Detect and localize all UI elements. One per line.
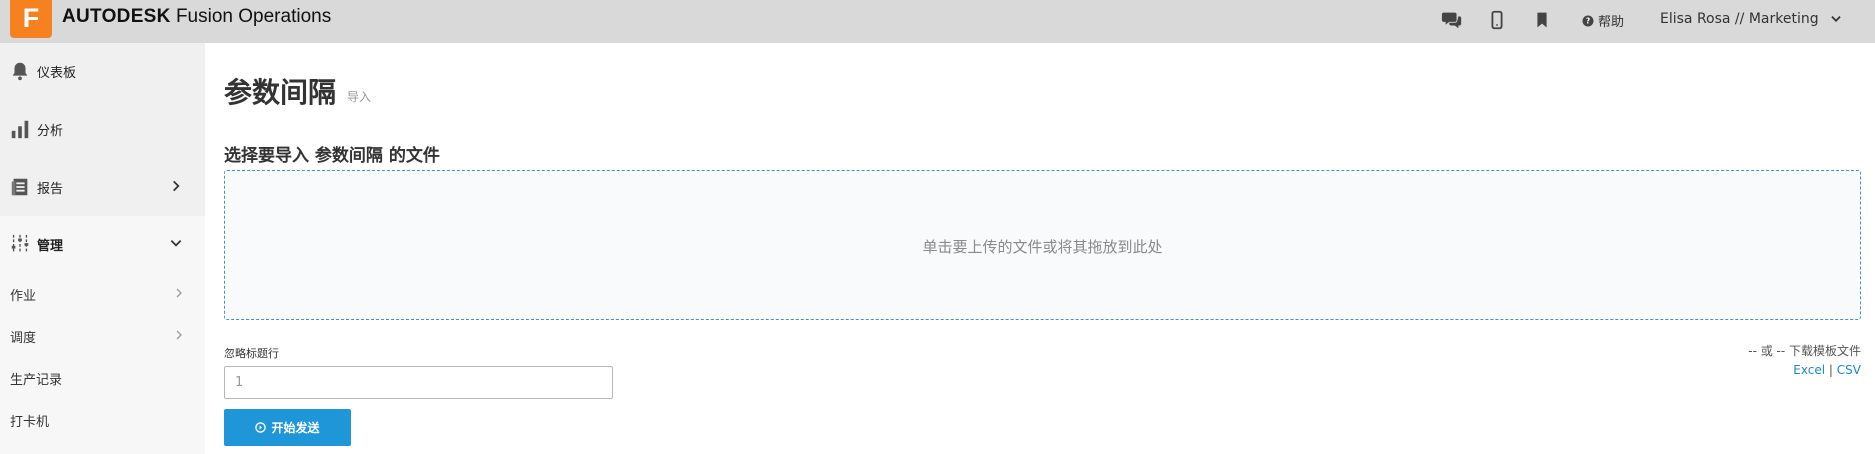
help-icon: ?	[1582, 15, 1594, 26]
sidebar-item-label: 分析	[37, 123, 64, 139]
link-separator: |	[1828, 363, 1833, 377]
chevron-down-icon	[1830, 16, 1841, 22]
fusion-logo[interactable]: F	[10, 0, 52, 38]
template-links: Excel | CSV	[1793, 363, 1861, 377]
sidebar-subitem-label: 调度	[10, 331, 37, 346]
user-label: Elisa Rosa // Marketing	[1660, 11, 1819, 27]
bookmark-icon[interactable]	[1531, 9, 1553, 31]
top-bar: F AUTODESK Fusion Operations ? 帮助 Elisa …	[0, 0, 1875, 43]
sidebar-subitem-label: 打卡机	[10, 415, 50, 430]
sidebar: 仪表板 分析 报告 管理 作业 调度 生产记录 打卡机	[0, 43, 205, 454]
bell-icon	[12, 62, 28, 81]
start-send-button[interactable]: 开始发送	[224, 409, 351, 446]
sidebar-item-analytics[interactable]: 分析	[0, 101, 205, 157]
brand-product: Fusion Operations	[175, 6, 332, 27]
chevron-down-icon	[170, 240, 182, 247]
bar-chart-icon	[11, 120, 29, 139]
chevron-right-icon	[176, 330, 182, 340]
sidebar-item-manage[interactable]: 管理	[0, 216, 205, 272]
sidebar-subitem-production-records[interactable]: 生产记录	[10, 369, 190, 388]
chevron-right-icon	[173, 180, 180, 192]
brand-bold: AUTODESK	[62, 6, 171, 27]
sliders-icon	[11, 234, 29, 254]
sidebar-item-reports[interactable]: 报告	[0, 159, 205, 215]
user-menu[interactable]: Elisa Rosa // Marketing	[1660, 11, 1843, 27]
sidebar-subitem-schedule[interactable]: 调度	[10, 327, 190, 346]
sidebar-item-dashboard[interactable]: 仪表板	[0, 43, 205, 99]
start-send-label: 开始发送	[271, 421, 320, 435]
section-title: 选择要导入 参数间隔 的文件	[224, 146, 440, 166]
brand-name: AUTODESK Fusion Operations	[62, 6, 331, 28]
dropzone-text: 单击要上传的文件或将其拖放到此处	[922, 238, 1163, 256]
mobile-icon[interactable]	[1486, 9, 1508, 31]
page-subtitle: 导入	[347, 90, 372, 104]
sidebar-subitem-label: 作业	[10, 289, 37, 304]
csv-template-link[interactable]: CSV	[1837, 363, 1861, 377]
help-button[interactable]: ? 帮助	[1582, 11, 1624, 30]
sidebar-subitem-label: 生产记录	[10, 373, 63, 388]
sidebar-subitem-time-clock[interactable]: 打卡机	[10, 411, 190, 430]
circle-arrow-icon	[255, 422, 267, 433]
sidebar-group-manage: 管理 作业 调度 生产记录 打卡机	[0, 216, 205, 454]
sidebar-item-label: 报告	[37, 181, 64, 197]
chevron-right-icon	[176, 288, 182, 298]
page-title: 参数间隔	[224, 76, 337, 109]
skip-rows-label: 忽略标题行	[224, 347, 279, 360]
template-download-text: -- 或 -- 下载模板文件	[1748, 344, 1861, 358]
excel-template-link[interactable]: Excel	[1793, 363, 1825, 377]
chat-icon[interactable]	[1441, 9, 1463, 31]
skip-rows-input[interactable]	[224, 366, 613, 399]
report-icon	[11, 178, 28, 196]
help-label: 帮助	[1598, 15, 1625, 30]
sidebar-subitem-jobs[interactable]: 作业	[10, 285, 190, 304]
sidebar-item-label: 管理	[37, 238, 64, 254]
file-dropzone[interactable]: 单击要上传的文件或将其拖放到此处	[224, 170, 1861, 320]
svg-text:?: ?	[1586, 16, 1590, 25]
sidebar-item-label: 仪表板	[37, 65, 77, 81]
